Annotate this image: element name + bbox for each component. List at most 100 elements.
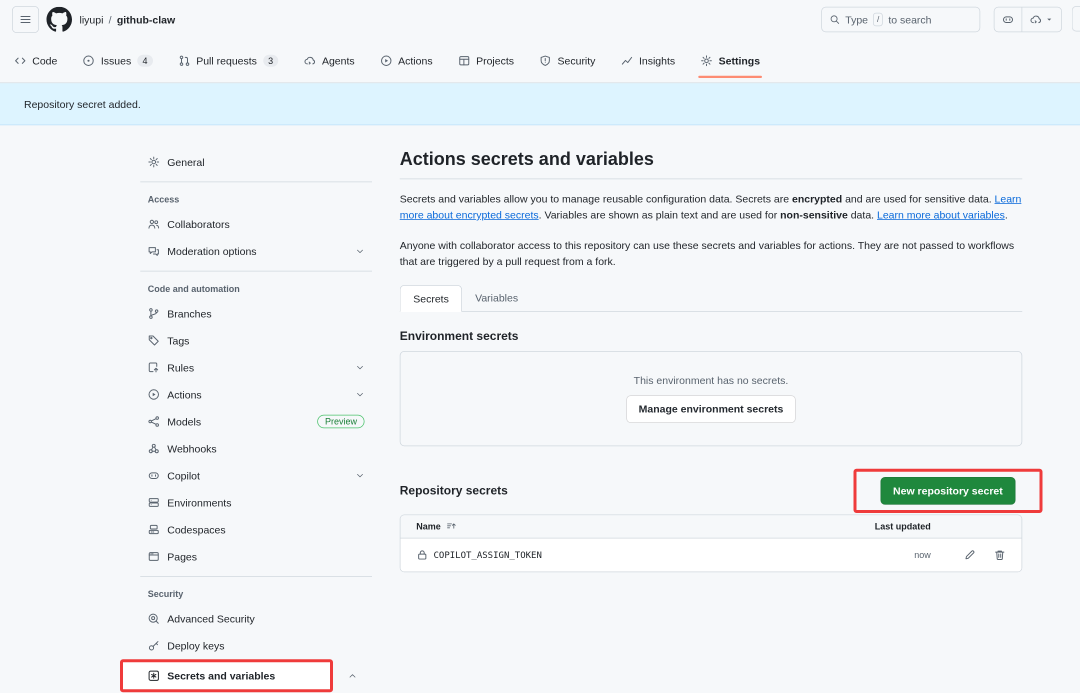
projects-table-icon (458, 55, 470, 67)
new-repository-secret-button[interactable]: New repository secret (880, 477, 1015, 505)
manage-environment-secrets-button[interactable]: Manage environment secrets (626, 395, 796, 423)
tab-variables[interactable]: Variables (462, 285, 530, 311)
copilot-agent-dropdown-button[interactable] (1022, 8, 1062, 32)
tab-agents[interactable]: Agents (291, 39, 367, 83)
top-bar: liyupi / github-claw Type / to search (0, 0, 1080, 39)
main-panel: Actions secrets and variables Secrets an… (400, 149, 1023, 573)
secret-name: COPILOT_ASSIGN_TOKEN (434, 550, 542, 561)
chevron-down-icon (356, 390, 365, 399)
repository-secrets-heading: Repository secrets (400, 484, 508, 498)
column-header-name[interactable]: Name (416, 521, 841, 532)
sidebar-item-tags[interactable]: Tags (140, 327, 372, 354)
delete-secret-button[interactable] (994, 549, 1006, 561)
copilot-icon (1002, 14, 1014, 26)
comment-discussion-icon (148, 245, 160, 257)
sort-ascending-icon (446, 521, 457, 532)
environment-empty-text: This environment has no secrets. (401, 374, 1022, 386)
flash-banner: Repository secret added. (0, 83, 1080, 125)
sidebar-section-security: Security (140, 589, 372, 600)
sidebar-item-label: Actions (167, 389, 201, 401)
tag-icon (148, 335, 160, 347)
sidebar-item-label: Advanced Security (167, 613, 255, 625)
tab-issues[interactable]: Issues 4 (70, 39, 165, 83)
search-icon (830, 14, 841, 25)
search-input[interactable]: Type / to search (821, 7, 980, 33)
sidebar-item-branches[interactable]: Branches (140, 300, 372, 327)
sidebar-item-label: Branches (167, 308, 211, 320)
trash-icon (994, 549, 1006, 561)
tab-label: Issues (101, 55, 131, 67)
edit-secret-button[interactable] (964, 549, 976, 561)
tab-label: Settings (719, 55, 760, 67)
tab-code[interactable]: Code (2, 39, 71, 83)
sidebar-item-environments[interactable]: Environments (140, 489, 372, 516)
codescan-icon (148, 613, 160, 625)
hamburger-menu-button[interactable] (12, 6, 39, 33)
sidebar-item-label: Webhooks (167, 443, 216, 455)
sidebar-item-rules[interactable]: Rules (140, 354, 372, 381)
link-variables[interactable]: Learn more about variables (877, 209, 1005, 221)
sidebar-item-label: General (167, 156, 204, 168)
issue-opened-icon (83, 55, 95, 67)
gear-icon (701, 55, 713, 67)
sidebar-item-general[interactable]: General (140, 149, 372, 176)
sidebar-divider (140, 182, 372, 183)
breadcrumb-repo[interactable]: github-claw (117, 14, 175, 26)
sidebar-item-label: Copilot (167, 470, 200, 482)
agent-cloud-icon (1030, 14, 1042, 26)
caret-down-icon (1045, 15, 1054, 24)
tab-projects[interactable]: Projects (445, 39, 526, 83)
sidebar-item-collaborators[interactable]: Collaborators (140, 211, 372, 238)
sidebar-item-secrets-and-variables[interactable]: Secrets and variables (120, 659, 333, 692)
chevron-down-icon (356, 471, 365, 480)
copilot-button-group (994, 7, 1062, 33)
tab-security[interactable]: Security (527, 39, 608, 83)
sidebar-item-label: Tags (167, 335, 189, 347)
intro-text: . (1005, 209, 1008, 221)
pull-requests-count-badge: 3 (263, 55, 279, 67)
sidebar-item-models[interactable]: Models Preview (140, 408, 372, 435)
sidebar-item-moderation-options[interactable]: Moderation options (140, 238, 372, 265)
sidebar-item-deploy-keys[interactable]: Deploy keys (140, 632, 372, 659)
intro-bold-encrypted: encrypted (792, 193, 842, 205)
collaborator-paragraph: Anyone with collaborator access to this … (400, 238, 1023, 270)
environment-secrets-box: This environment has no secrets. Manage … (400, 351, 1023, 446)
tab-secrets[interactable]: Secrets (400, 285, 463, 312)
sidebar-item-advanced-security[interactable]: Advanced Security (140, 605, 372, 632)
repository-secrets-table: Name Last updated COPILOT_ASSIGN_TOKEN n… (400, 515, 1023, 573)
tab-insights[interactable]: Insights (608, 39, 688, 83)
breadcrumb-owner[interactable]: liyupi (80, 14, 104, 26)
chevron-up-icon[interactable] (348, 671, 357, 680)
settings-sidebar: General Access Collaborators Moderation … (140, 149, 372, 693)
codespaces-icon (148, 524, 160, 536)
sidebar-item-label: Moderation options (167, 245, 256, 257)
tab-label: Actions (398, 55, 432, 67)
tab-settings[interactable]: Settings (688, 39, 773, 83)
tab-pull-requests[interactable]: Pull requests 3 (165, 39, 291, 83)
sidebar-item-pages[interactable]: Pages (140, 543, 372, 570)
github-logo[interactable] (47, 7, 73, 33)
flash-message: Repository secret added. (24, 98, 141, 110)
intro-text: data. (848, 209, 877, 221)
sidebar-item-copilot[interactable]: Copilot (140, 462, 372, 489)
sidebar-item-label: Rules (167, 362, 194, 374)
sidebar-item-actions[interactable]: Actions (140, 381, 372, 408)
server-icon (148, 497, 160, 509)
breadcrumb-separator: / (109, 14, 112, 26)
partial-clipped-button[interactable] (1072, 6, 1080, 32)
secret-last-updated: now (841, 550, 931, 561)
tab-label: Projects (476, 55, 514, 67)
intro-bold-non-sensitive: non-sensitive (780, 209, 848, 221)
sidebar-item-webhooks[interactable]: Webhooks (140, 435, 372, 462)
sidebar-item-codespaces[interactable]: Codespaces (140, 516, 372, 543)
key-icon (148, 640, 160, 652)
repository-secrets-header: Repository secrets New repository secret (400, 469, 1023, 513)
preview-badge: Preview (317, 415, 364, 429)
repo-nav: Code Issues 4 Pull requests 3 Agents Act… (0, 39, 1080, 83)
tab-actions[interactable]: Actions (367, 39, 445, 83)
copilot-button[interactable] (995, 8, 1022, 32)
sidebar-item-label: Secrets and variables (167, 670, 275, 682)
sidebar-section-code-automation: Code and automation (140, 284, 372, 295)
sidebar-divider (140, 576, 372, 577)
lock-icon (416, 549, 428, 561)
